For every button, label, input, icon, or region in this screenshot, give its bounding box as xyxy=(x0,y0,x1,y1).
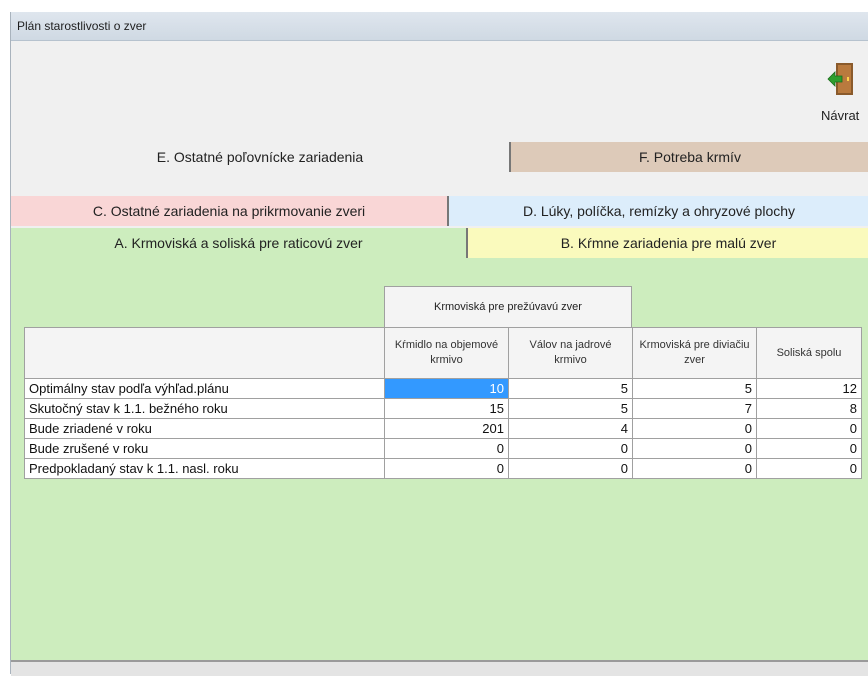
exit-door-icon xyxy=(827,63,853,95)
table-cell[interactable]: 0 xyxy=(632,438,757,459)
data-grid: Kŕmidlo na objemové krmivo Válov na jadr… xyxy=(24,327,862,479)
table-cell[interactable]: 0 xyxy=(384,458,509,479)
table-cell[interactable]: 4 xyxy=(508,418,633,439)
table-cell[interactable]: 5 xyxy=(632,378,757,399)
back-button[interactable]: Návrat xyxy=(809,62,868,132)
table-row: Bude zriadené v roku 201 4 0 0 xyxy=(24,418,862,439)
column-header xyxy=(24,327,385,379)
column-header[interactable]: Válov na jadrové krmivo xyxy=(508,327,633,379)
table-row: Predpokladaný stav k 1.1. nasl. roku 0 0… xyxy=(24,458,862,479)
table-row: Optimálny stav podľa výhľad.plánu 10 5 5… xyxy=(24,378,862,399)
app-window: Plán starostlivosti o zver Návrat E. Ost… xyxy=(10,12,868,676)
tab-c[interactable]: C. Ostatné zariadenia na prikrmovanie zv… xyxy=(11,196,449,226)
table-row: Skutočný stav k 1.1. bežného roku 15 5 7… xyxy=(24,398,862,419)
row-label: Bude zrušené v roku xyxy=(24,438,385,459)
table-cell[interactable]: 0 xyxy=(384,438,509,459)
row-label: Optimálny stav podľa výhľad.plánu xyxy=(24,378,385,399)
tab-f[interactable]: F. Potreba krmív xyxy=(511,142,868,172)
table-cell[interactable]: 5 xyxy=(508,398,633,419)
table-cell[interactable]: 7 xyxy=(632,398,757,419)
tab-panel-a: Krmoviská pre prežúvavú zver Kŕmidlo na … xyxy=(11,258,868,660)
header-row: Kŕmidlo na objemové krmivo Válov na jadr… xyxy=(24,327,862,379)
row-label: Skutočný stav k 1.1. bežného roku xyxy=(24,398,385,419)
table-cell[interactable]: 10 xyxy=(384,378,509,399)
tab-d[interactable]: D. Lúky, políčka, remízky a ohryzové plo… xyxy=(449,196,868,226)
window-title: Plán starostlivosti o zver xyxy=(17,19,147,33)
row-label: Predpokladaný stav k 1.1. nasl. roku xyxy=(24,458,385,479)
table-cell[interactable]: 0 xyxy=(508,438,633,459)
column-header[interactable]: Kŕmidlo na objemové krmivo xyxy=(384,327,509,379)
table-cell[interactable]: 0 xyxy=(632,418,757,439)
table-cell[interactable]: 5 xyxy=(508,378,633,399)
row-label: Bude zriadené v roku xyxy=(24,418,385,439)
toolbar xyxy=(11,41,868,137)
table-cell[interactable]: 12 xyxy=(756,378,862,399)
group-header: Krmoviská pre prežúvavú zver xyxy=(384,286,632,328)
back-button-label: Návrat xyxy=(821,108,860,123)
table-cell[interactable]: 15 xyxy=(384,398,509,419)
tab-a[interactable]: A. Krmoviská a soliská pre raticovú zver xyxy=(11,228,468,258)
table-cell[interactable]: 0 xyxy=(756,418,862,439)
table-row: Bude zrušené v roku 0 0 0 0 xyxy=(24,438,862,459)
table-cell[interactable]: 8 xyxy=(756,398,862,419)
column-header[interactable]: Krmoviská pre diviačiu zver xyxy=(632,327,757,379)
table-cell[interactable]: 0 xyxy=(632,458,757,479)
table-cell[interactable]: 0 xyxy=(756,438,862,459)
column-header[interactable]: Soliská spolu xyxy=(756,327,862,379)
table-cell[interactable]: 0 xyxy=(508,458,633,479)
tab-e[interactable]: E. Ostatné poľovnícke zariadenia xyxy=(11,142,511,172)
title-bar: Plán starostlivosti o zver xyxy=(11,12,868,41)
table-cell[interactable]: 0 xyxy=(756,458,862,479)
tab-b[interactable]: B. Kŕmne zariadenia pre malú zver xyxy=(468,228,868,258)
table-cell[interactable]: 201 xyxy=(384,418,509,439)
